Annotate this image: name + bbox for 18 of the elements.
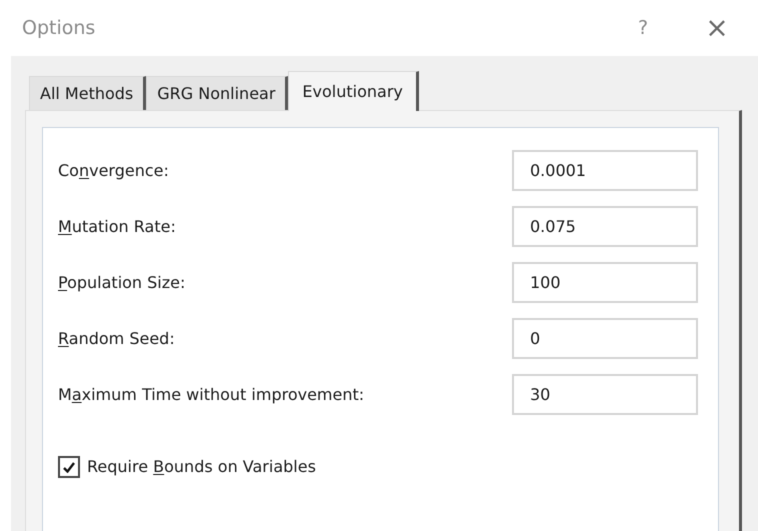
input-field[interactable]: 100 [512, 262, 698, 303]
checkbox[interactable] [58, 456, 80, 478]
input-field[interactable]: 30 [512, 374, 698, 415]
tab[interactable]: Evolutionary [288, 71, 419, 111]
checkbox-label: Require Bounds on Variables [87, 456, 316, 478]
check-icon [63, 462, 75, 472]
field-label: Maximum Time without improvement: [58, 384, 364, 406]
field-label: Mutation Rate: [58, 216, 176, 238]
field-label: Population Size: [58, 272, 186, 294]
tab[interactable]: GRG Nonlinear [146, 76, 288, 110]
field-label: Random Seed: [58, 328, 175, 350]
input-field[interactable]: 0.0001 [512, 150, 698, 191]
close-button[interactable]: × [702, 14, 732, 42]
field-label: Convergence: [58, 160, 169, 182]
input-field[interactable]: 0 [512, 318, 698, 359]
input-field[interactable]: 0.075 [512, 206, 698, 247]
window-title: Options [22, 16, 96, 41]
tab[interactable]: All Methods [29, 76, 146, 110]
